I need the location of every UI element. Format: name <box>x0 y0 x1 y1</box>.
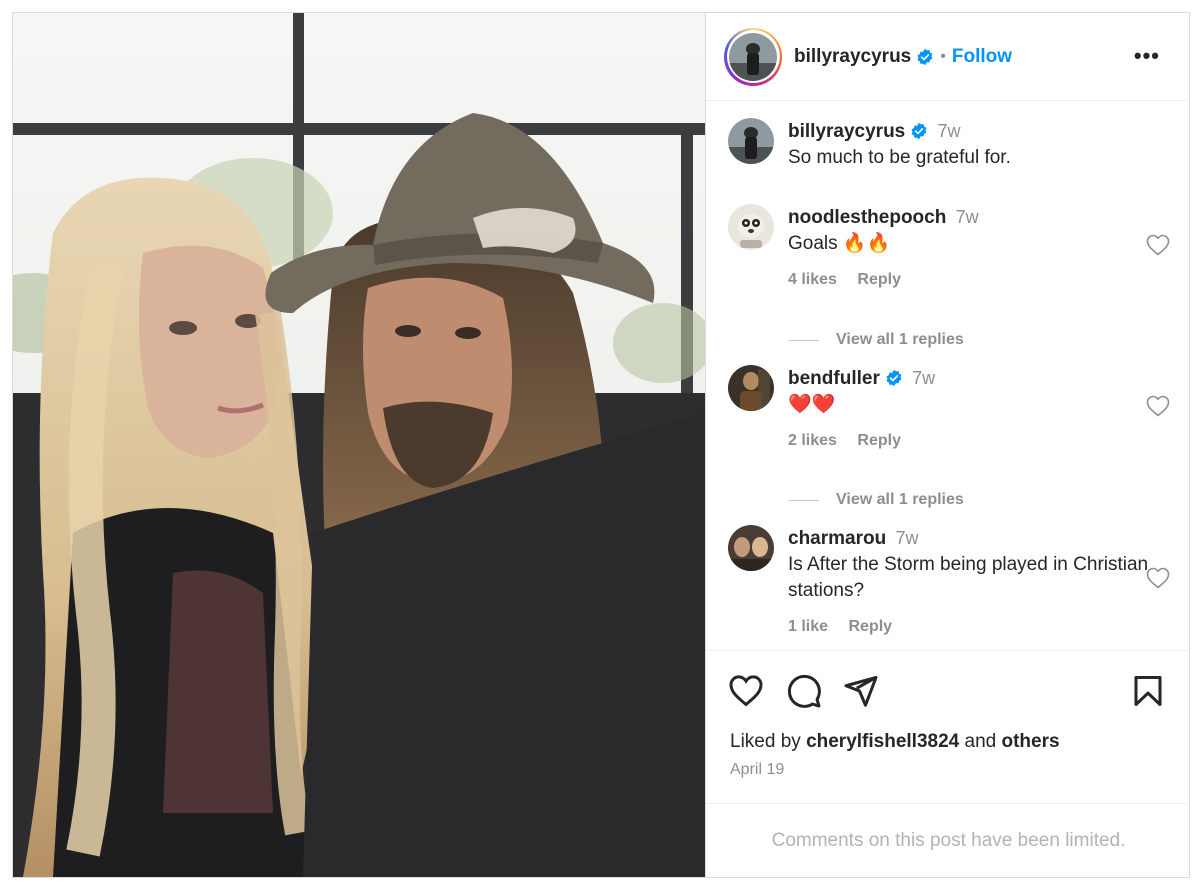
author-username[interactable]: billyraycyrus <box>794 46 911 68</box>
comment-like-heart-icon[interactable] <box>1146 234 1170 256</box>
commenter-avatar[interactable] <box>728 365 774 411</box>
comment-item: charmarou 7w Is After the Storm being pl… <box>728 525 1170 640</box>
author-story-ring[interactable] <box>724 27 782 86</box>
liked-by-prefix: Liked by <box>730 731 801 752</box>
post-actions: Liked by cherylfishell3824 and others Ap… <box>706 650 1189 803</box>
caption-time[interactable]: 7w <box>938 121 961 141</box>
verified-badge-icon <box>911 122 927 140</box>
caption: billyraycyrus 7w So much to be grateful … <box>728 118 1168 171</box>
comment-icon[interactable] <box>786 673 822 709</box>
commenter-avatar[interactable] <box>728 525 774 571</box>
post-date[interactable]: April 19 <box>730 761 784 779</box>
comment-likes[interactable]: 4 likes <box>788 271 837 288</box>
replies-divider <box>788 499 818 501</box>
comment-username[interactable]: charmarou <box>788 528 886 549</box>
author-avatar <box>729 32 777 81</box>
view-replies-button[interactable]: View all 1 replies <box>788 331 964 349</box>
comment-username[interactable]: noodlesthepooch <box>788 207 946 228</box>
post-side-panel: billyraycyrus • Follow ••• billyraycyrus… <box>705 13 1189 877</box>
post-header: billyraycyrus • Follow ••• <box>706 13 1189 101</box>
header-separator: • <box>940 47 946 65</box>
view-replies-button[interactable]: View all 1 replies <box>788 491 964 509</box>
comment-like-heart-icon[interactable] <box>1146 567 1170 589</box>
follow-button[interactable]: Follow <box>952 46 1012 68</box>
liked-by-and: and <box>964 731 997 752</box>
comment-like-heart-icon[interactable] <box>1146 395 1170 417</box>
post-photo[interactable] <box>13 13 705 877</box>
reply-button[interactable]: Reply <box>848 618 892 635</box>
comments-list[interactable]: billyraycyrus 7w So much to be grateful … <box>706 102 1189 650</box>
comment-time[interactable]: 7w <box>895 528 918 548</box>
author-avatar[interactable] <box>728 118 774 164</box>
comment-likes[interactable]: 1 like <box>788 618 828 635</box>
comment-item: bendfuller 7w ❤️❤️ 2 likes Reply <box>728 365 1170 454</box>
comments-limited-notice: Comments on this post have been limited. <box>706 803 1189 877</box>
comment-text: Goals 🔥🔥 <box>788 233 891 254</box>
caption-text: So much to be grateful for. <box>788 147 1011 168</box>
bookmark-icon[interactable] <box>1130 673 1166 709</box>
liked-by: Liked by cherylfishell3824 and others <box>730 731 1060 753</box>
comment-text: Is After the Storm being played in Chris… <box>788 554 1149 601</box>
replies-divider <box>788 339 818 341</box>
post-modal: billyraycyrus • Follow ••• billyraycyrus… <box>12 12 1190 878</box>
verified-badge-icon <box>886 369 902 387</box>
liked-by-user[interactable]: cherylfishell3824 <box>806 731 959 752</box>
caption-username[interactable]: billyraycyrus <box>788 121 905 142</box>
heart-icon[interactable] <box>728 673 764 709</box>
commenter-avatar[interactable] <box>728 204 774 250</box>
liked-by-others[interactable]: others <box>1001 731 1059 752</box>
reply-button[interactable]: Reply <box>857 271 901 288</box>
comment-username[interactable]: bendfuller <box>788 368 880 389</box>
comment-text: ❤️❤️ <box>788 394 836 415</box>
comment-time[interactable]: 7w <box>956 207 979 227</box>
reply-button[interactable]: Reply <box>857 432 901 449</box>
selfie-photo <box>13 13 705 877</box>
more-options-icon[interactable]: ••• <box>1134 43 1160 69</box>
share-icon[interactable] <box>843 673 879 709</box>
view-replies-label[interactable]: View all 1 replies <box>836 331 964 349</box>
view-replies-label[interactable]: View all 1 replies <box>836 491 964 509</box>
comment-likes[interactable]: 2 likes <box>788 432 837 449</box>
comment-item: noodlesthepooch 7w Goals 🔥🔥 4 likes Repl… <box>728 204 1170 293</box>
verified-badge-icon <box>917 48 933 65</box>
comment-time[interactable]: 7w <box>912 368 935 388</box>
